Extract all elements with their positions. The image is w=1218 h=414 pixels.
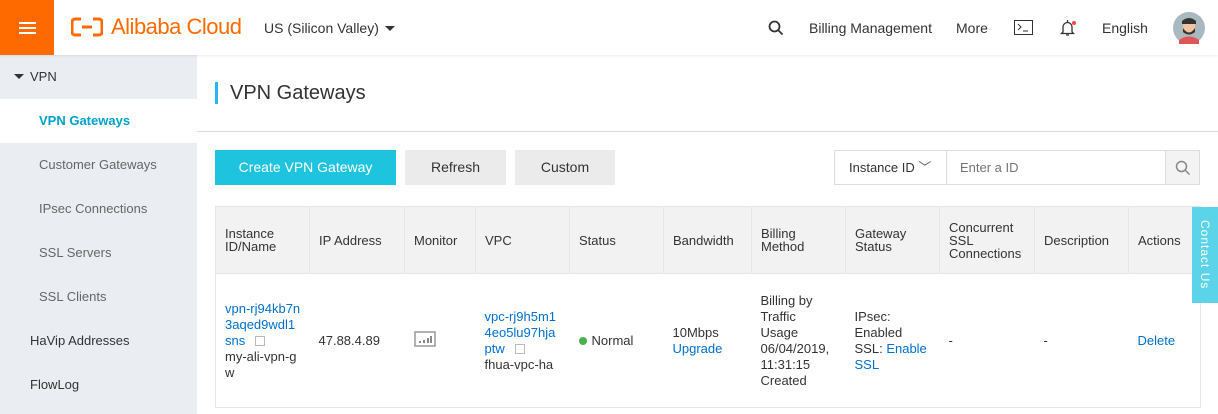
vpn-gateways-table: Instance ID/Name IP Address Monitor VPC …	[215, 206, 1201, 408]
create-vpn-gateway-button[interactable]: Create VPN Gateway	[215, 150, 396, 185]
sidebar-group-vpn[interactable]: VPN	[0, 55, 197, 99]
ssl-label: SSL:	[854, 340, 883, 356]
contact-us-button[interactable]: Contact Us	[1192, 207, 1218, 303]
terminal-icon[interactable]	[1014, 0, 1033, 55]
custom-button[interactable]: Custom	[515, 150, 615, 185]
col-gateway-status: Gateway Status	[845, 206, 940, 274]
chevron-down-icon: ﹀	[918, 160, 932, 175]
alibaba-logo-icon	[71, 17, 103, 37]
col-bandwidth: Bandwidth	[663, 206, 752, 274]
bell-icon[interactable]	[1059, 0, 1077, 55]
sidebar-item-ssl-servers[interactable]: SSL Servers	[0, 231, 197, 275]
description: -	[1034, 273, 1129, 408]
more-menu[interactable]: More	[956, 0, 988, 55]
delete-link[interactable]: Delete	[1138, 333, 1176, 348]
search-bar: Instance ID ﹀	[834, 150, 1200, 185]
col-description: Description	[1034, 206, 1129, 274]
menu-button[interactable]	[0, 0, 54, 55]
sidebar-item-ipsec-connections[interactable]: IPsec Connections	[0, 187, 197, 231]
monitor-icon[interactable]	[413, 330, 436, 350]
col-instance: Instance ID/Name	[215, 206, 310, 274]
created-time: 06/04/2019, 11:31:15 Created	[760, 340, 830, 388]
sidebar: VPN VPN Gateways Customer Gateways IPsec…	[0, 55, 197, 414]
billing-method: Billing by Traffic Usage	[760, 292, 813, 340]
bandwidth: 10Mbps	[672, 324, 719, 340]
top-bar: Alibaba Cloud US (Silicon Valley) Billin…	[0, 0, 1218, 55]
col-monitor: Monitor	[404, 206, 476, 274]
vpc-name: fhua-vpc-ha	[484, 356, 554, 372]
filter-select[interactable]: Instance ID ﹀	[835, 151, 947, 184]
billing-management-link[interactable]: Billing Management	[809, 0, 932, 55]
avatar[interactable]	[1173, 0, 1205, 55]
status-badge: Normal	[591, 332, 634, 348]
col-ssl-connections: Concurrent SSL Connections	[939, 206, 1035, 274]
divider	[197, 131, 1218, 132]
upgrade-link[interactable]: Upgrade	[673, 341, 723, 356]
ip-address: 47.88.4.89	[309, 273, 405, 408]
instance-name: my-ali-vpn-gw	[225, 348, 297, 380]
col-ip: IP Address	[309, 206, 405, 274]
language-selector[interactable]: English	[1102, 0, 1148, 55]
copy-icon[interactable]	[255, 336, 266, 347]
page-title: VPN Gateways	[215, 82, 366, 104]
sidebar-item-customer-gateways[interactable]: Customer Gateways	[0, 143, 197, 187]
sidebar-item-flowlog[interactable]: FlowLog	[0, 363, 197, 407]
search-button[interactable]	[1165, 151, 1199, 184]
ssl-connections: -	[939, 273, 1035, 408]
logo[interactable]: Alibaba Cloud	[71, 14, 242, 40]
ipsec-status: IPsec: Enabled	[854, 308, 903, 340]
table-header: Instance ID/Name IP Address Monitor VPC …	[215, 206, 1201, 274]
col-status: Status	[569, 206, 664, 274]
copy-icon[interactable]	[514, 344, 525, 355]
search-icon[interactable]	[768, 0, 784, 55]
col-vpc: VPC	[475, 206, 570, 274]
status-dot-icon	[578, 336, 587, 345]
region-selector[interactable]: US (Silicon Valley)	[264, 20, 395, 36]
sidebar-item-ssl-clients[interactable]: SSL Clients	[0, 275, 197, 319]
search-input[interactable]	[947, 151, 1165, 184]
table-row: vpn-rj94kb7n3aqed9wdl1sns my-ali-vpn-gw 4…	[215, 273, 1201, 408]
col-billing: Billing Method	[751, 206, 846, 274]
sidebar-item-havip[interactable]: HaVip Addresses	[0, 319, 197, 363]
sidebar-item-vpn-gateways[interactable]: VPN Gateways	[0, 99, 197, 143]
hamburger-icon	[18, 26, 36, 29]
refresh-button[interactable]: Refresh	[405, 150, 506, 185]
search-icon	[1175, 160, 1190, 175]
col-actions: Actions	[1128, 206, 1201, 274]
